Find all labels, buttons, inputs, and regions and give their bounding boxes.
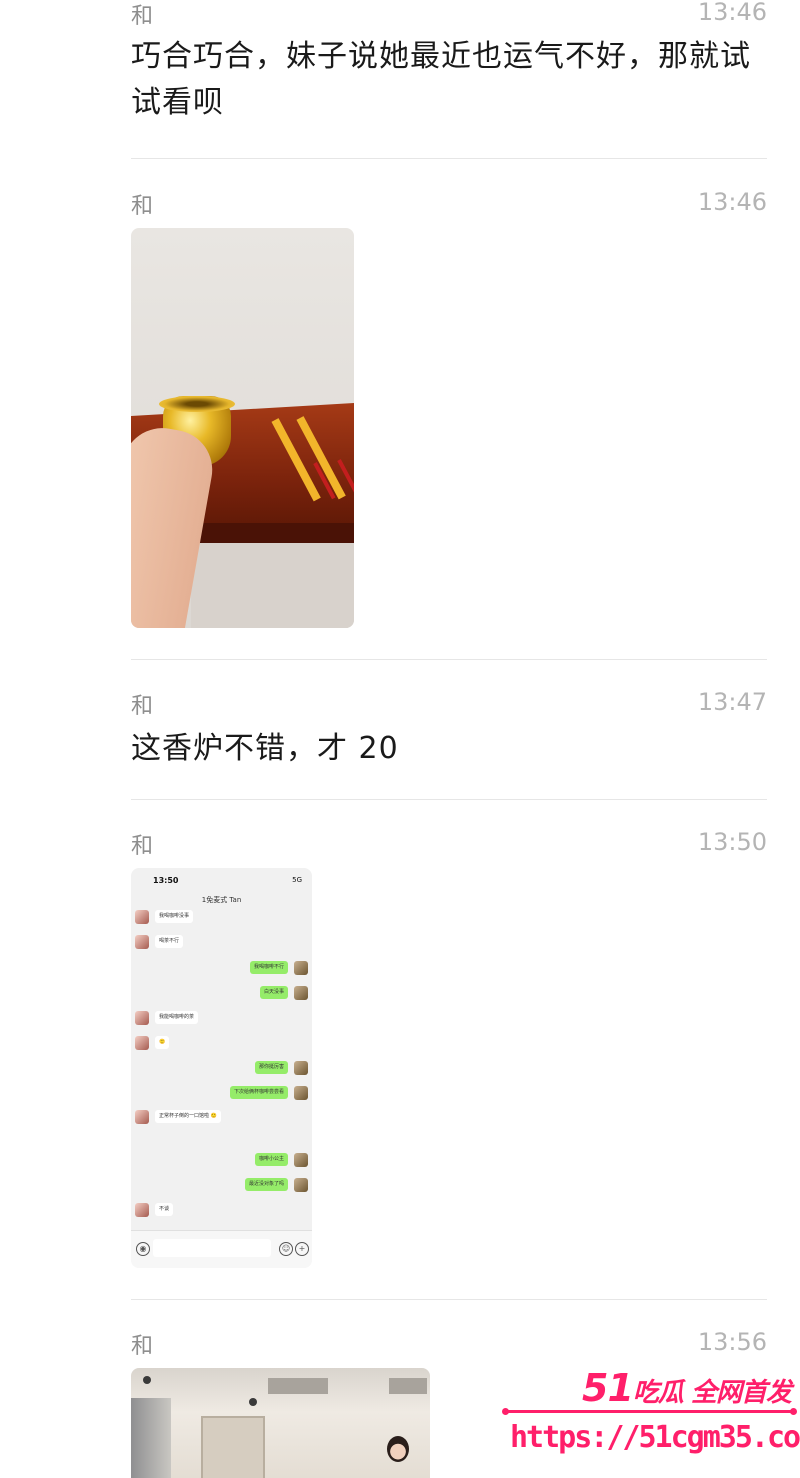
chat-bubble-row: 白天没事 (131, 986, 312, 1000)
doorway (201, 1416, 265, 1478)
floor (191, 543, 354, 628)
avatar (135, 1110, 149, 1124)
curtain (131, 1398, 171, 1478)
timestamp: 13:46 (697, 188, 767, 216)
avatar (135, 935, 149, 949)
sender-name: 和 (131, 694, 154, 719)
chat-input-field (153, 1239, 271, 1257)
divider (131, 659, 767, 660)
sender-name: 和 (131, 194, 154, 219)
timestamp: 13:50 (697, 828, 767, 856)
chat-bubble-row: 我能喝咖啡的茶 (131, 1011, 312, 1025)
watermark-brand-text: 吃瓜 全网首发 (632, 1378, 792, 1408)
chat-screenshot[interactable]: 13:50 5G 1免麦式 Tan 我喝咖啡没事 喝茶不行我喝咖啡不行白天没事我能… (131, 868, 312, 1268)
ceiling-vent (389, 1378, 427, 1394)
avatar (294, 1086, 308, 1100)
divider (131, 799, 767, 800)
chat-bubble: 下次给俩杯咖啡尝尝看 (229, 1086, 288, 1099)
watermark: 51吃瓜 全网首发 https://51cgm35.com (500, 1358, 800, 1473)
watermark-dot (790, 1408, 797, 1415)
watermark-brand-number: 51 (582, 1366, 634, 1410)
voice-icon: ◉ (136, 1242, 150, 1256)
sender-name: 和 (131, 4, 154, 29)
watermark-brand: 51吃瓜 全网首发 (582, 1366, 792, 1410)
chat-bubble: 不谈 (155, 1203, 174, 1216)
watermark-url: https://51cgm35.com (510, 1420, 800, 1455)
chat-bubble: 我能喝咖啡的茶 (155, 1011, 199, 1024)
avatar (135, 1036, 149, 1050)
timestamp: 13:56 (697, 1328, 767, 1356)
chat-bubble-row: 最近没对象了吗 (131, 1178, 312, 1192)
room-photo[interactable] (131, 1368, 430, 1478)
chat-bubble: 最近没对象了吗 (244, 1178, 288, 1191)
avatar (294, 1061, 308, 1075)
message-text[interactable]: 这香炉不错，才 20 (131, 726, 767, 772)
chat-bubble: 正常杯子倒的一口馆啦 🙂 (155, 1110, 221, 1123)
chat-bubble-row: 我喝咖啡没事 (131, 910, 312, 924)
ceiling-lamp (143, 1376, 151, 1384)
message-2: 和 13:46 (131, 188, 767, 219)
divider (131, 1299, 767, 1300)
avatar (294, 986, 308, 1000)
message-4: 和 13:50 (131, 828, 767, 859)
avatar (135, 910, 149, 924)
chat-bubble-row: 正常杯子倒的一口馆啦 🙂 (131, 1110, 312, 1124)
timestamp: 13:47 (697, 688, 767, 716)
divider (131, 158, 767, 159)
chat-bubble-row: 下次给俩杯咖啡尝尝看 (131, 1086, 312, 1100)
chat-bubble-row: 不谈 (131, 1203, 312, 1217)
chat-bubble: 白天没事 (259, 986, 288, 999)
sender-name: 和 (131, 1334, 154, 1359)
message-text[interactable]: 巧合巧合，妹子说她最近也运气不好，那就试试看呗 (131, 34, 767, 126)
chat-bubble-row: 🙂 (131, 1036, 312, 1050)
sender-name: 和 (131, 834, 154, 859)
ceiling-lamp (249, 1398, 257, 1406)
watermark-dot (502, 1408, 509, 1415)
table-edge (191, 523, 354, 545)
avatar (294, 1178, 308, 1192)
message-3: 和 13:47 这香炉不错，才 20 (131, 688, 767, 772)
chat-input-bar: ◉ ☺ + (131, 1230, 312, 1268)
message-1: 和 13:46 巧合巧合，妹子说她最近也运气不好，那就试试看呗 (131, 0, 767, 126)
chat-title: 1免麦式 Tan (201, 896, 242, 904)
chat-bubble: 那你挺厉害 (254, 1061, 288, 1074)
status-bar: 13:50 5G (131, 868, 312, 896)
chat-bubble: 喝茶不行 (155, 935, 184, 948)
avatar (294, 961, 308, 975)
incense-burner-photo[interactable] (131, 228, 354, 628)
chat-bubble: 咖啡小公主 (254, 1153, 288, 1166)
timestamp: 13:46 (697, 0, 767, 26)
burner-rim (159, 396, 235, 412)
watermark-line (505, 1410, 795, 1413)
avatar (135, 1203, 149, 1217)
chat-bubble: 我喝咖啡不行 (249, 961, 288, 974)
chat-bubble: 我喝咖啡没事 (155, 910, 194, 923)
plus-icon: + (295, 1242, 309, 1256)
chat-bubble-row: 咖啡小公主 (131, 1153, 312, 1167)
ceiling-vent (268, 1378, 328, 1394)
chat-bubble-row: 我喝咖啡不行 (131, 961, 312, 975)
signal-indicator: 5G (292, 876, 302, 884)
chat-bubble-row: 那你挺厉害 (131, 1061, 312, 1075)
emoji-icon: ☺ (279, 1242, 293, 1256)
chat-bubble-row: 喝茶不行 (131, 935, 312, 949)
avatar (294, 1153, 308, 1167)
chat-bubble: 🙂 (155, 1036, 170, 1049)
status-time: 13:50 (153, 876, 179, 885)
message-5: 和 13:56 (131, 1328, 767, 1359)
avatar (135, 1011, 149, 1025)
person (387, 1436, 409, 1462)
